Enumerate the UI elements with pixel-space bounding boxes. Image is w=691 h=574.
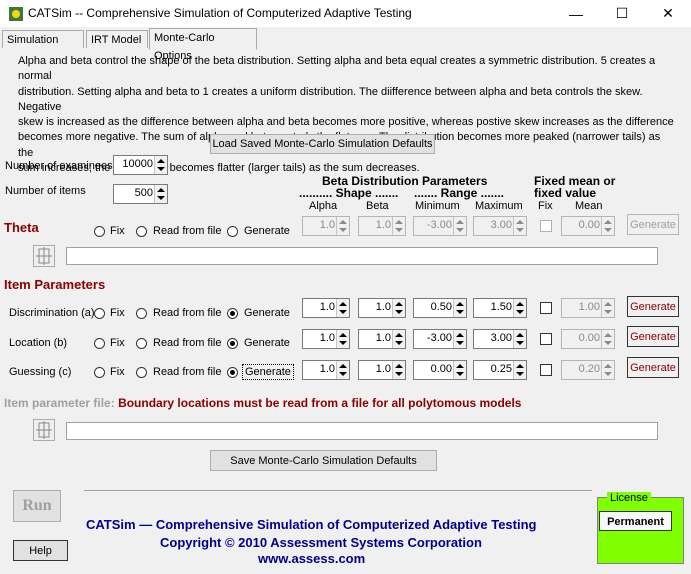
guessing-beta-spinner[interactable]: 1.0 bbox=[358, 360, 406, 380]
item-file-input[interactable] bbox=[66, 422, 658, 440]
load-defaults-button[interactable]: Load Saved Monte-Carlo Simulation Defaul… bbox=[210, 134, 435, 154]
location-generate-radio[interactable] bbox=[227, 338, 238, 349]
guessing-min-spinner[interactable]: 0.00 bbox=[413, 360, 467, 380]
location-label: Location (b) bbox=[9, 337, 68, 349]
polytomous-warning: Boundary locations must be read from a f… bbox=[118, 396, 522, 410]
shape-header: .......... Shape ....... bbox=[299, 186, 399, 200]
footer-copyright: Copyright © 2010 Assessment Systems Corp… bbox=[160, 535, 482, 550]
location-beta-spinner[interactable]: 1.0 bbox=[358, 329, 406, 349]
theta-generate-radio[interactable] bbox=[227, 226, 238, 237]
tab-monte-carlo-options[interactable]: Monte-Carlo Options bbox=[149, 28, 257, 62]
discrimination-label: Discrimination (a) bbox=[9, 307, 95, 319]
theta-fix-checkbox[interactable] bbox=[540, 220, 552, 232]
discrimination-alpha-spinner[interactable]: 1.0 bbox=[302, 298, 350, 318]
item-file-row: Item parameter file: Boundary locations … bbox=[4, 396, 521, 410]
theta-generate-button[interactable]: Generate bbox=[627, 214, 679, 235]
discrimination-min-spinner[interactable]: 0.50 bbox=[413, 298, 467, 318]
guessing-read-radio[interactable] bbox=[136, 367, 147, 378]
item-params-label: Item Parameters bbox=[4, 277, 106, 292]
item-file-label: Item parameter file: bbox=[4, 396, 115, 410]
guessing-fix-checkbox[interactable] bbox=[540, 364, 552, 376]
guessing-mean-spinner[interactable]: 0.20 bbox=[561, 360, 615, 380]
discrimination-fix-checkbox[interactable] bbox=[540, 302, 552, 314]
discrimination-read-radio[interactable] bbox=[136, 308, 147, 319]
theta-read-radio[interactable] bbox=[136, 226, 147, 237]
minimum-col-label: Minimum bbox=[415, 200, 460, 212]
range-header: ....... Range ....... bbox=[414, 186, 505, 200]
guessing-fix-radio[interactable] bbox=[94, 367, 105, 378]
license-label: License bbox=[607, 492, 651, 504]
discrimination-mean-spinner[interactable]: 1.00 bbox=[561, 298, 615, 318]
items-spinner[interactable]: 500 bbox=[113, 184, 168, 204]
close-button[interactable]: ✕ bbox=[645, 0, 691, 27]
discrimination-fix-radio[interactable] bbox=[94, 308, 105, 319]
theta-fix-radio[interactable] bbox=[94, 226, 105, 237]
maximum-col-label: Maximum bbox=[475, 200, 523, 212]
run-button[interactable]: Run bbox=[13, 490, 61, 522]
tab-simulation-type[interactable]: Simulation Type bbox=[2, 30, 84, 64]
mean-col-label: Mean bbox=[575, 200, 603, 212]
footer-title: CATSim — Comprehensive Simulation of Com… bbox=[86, 517, 537, 532]
file-browse-icon bbox=[36, 421, 52, 439]
location-read-radio[interactable] bbox=[136, 338, 147, 349]
discrimination-generate-radio[interactable] bbox=[227, 308, 238, 319]
discrimination-generate-button[interactable]: Generate bbox=[627, 296, 679, 317]
license-value: Permanent bbox=[599, 511, 672, 531]
minimize-button[interactable]: — bbox=[553, 0, 599, 27]
file-browse-icon bbox=[36, 247, 52, 265]
guessing-generate-button[interactable]: Generate bbox=[627, 357, 679, 378]
examinees-label: Number of examinees bbox=[5, 160, 113, 172]
item-file-button[interactable] bbox=[33, 419, 55, 441]
theta-file-input[interactable] bbox=[66, 247, 658, 265]
location-min-spinner[interactable]: -3.00 bbox=[413, 329, 467, 349]
fixed-header-2: fixed value bbox=[534, 186, 597, 200]
location-mean-spinner[interactable]: 0.00 bbox=[561, 329, 615, 349]
theta-label: Theta bbox=[4, 220, 39, 235]
fix-col-label: Fix bbox=[538, 200, 553, 212]
footer-divider bbox=[84, 490, 592, 491]
discrimination-beta-spinner[interactable]: 1.0 bbox=[358, 298, 406, 318]
guessing-alpha-spinner[interactable]: 1.0 bbox=[302, 360, 350, 380]
theta-min-spinner[interactable]: -3.00 bbox=[413, 216, 467, 236]
items-label: Number of items bbox=[5, 185, 86, 197]
beta-col-label: Beta bbox=[366, 200, 389, 212]
save-defaults-button[interactable]: Save Monte-Carlo Simulation Defaults bbox=[210, 450, 437, 471]
theta-mean-spinner[interactable]: 0.00 bbox=[561, 216, 615, 236]
theta-alpha-spinner[interactable]: 1.0 bbox=[302, 216, 350, 236]
alpha-col-label: Alpha bbox=[309, 200, 338, 212]
window-title: CATSim -- Comprehensive Simulation of Co… bbox=[28, 6, 412, 20]
location-generate-button[interactable]: Generate bbox=[627, 326, 679, 347]
app-icon bbox=[9, 7, 23, 21]
footer-url: www.assess.com bbox=[258, 551, 366, 566]
location-alpha-spinner[interactable]: 1.0 bbox=[302, 329, 350, 349]
theta-beta-spinner[interactable]: 1.0 bbox=[358, 216, 406, 236]
location-max-spinner[interactable]: 3.00 bbox=[473, 329, 527, 349]
guessing-label: Guessing (c) bbox=[9, 366, 72, 378]
help-button[interactable]: Help bbox=[13, 540, 68, 561]
location-fix-radio[interactable] bbox=[94, 338, 105, 349]
tab-irt-model[interactable]: IRT Model bbox=[86, 30, 148, 48]
discrimination-max-spinner[interactable]: 1.50 bbox=[473, 298, 527, 318]
location-fix-checkbox[interactable] bbox=[540, 333, 552, 345]
theta-max-spinner[interactable]: 3.00 bbox=[473, 216, 527, 236]
maximize-button[interactable]: ☐ bbox=[599, 0, 645, 27]
examinees-spinner[interactable]: 10000 bbox=[113, 155, 168, 175]
theta-file-button[interactable] bbox=[33, 245, 55, 267]
guessing-max-spinner[interactable]: 0.25 bbox=[473, 360, 527, 380]
guessing-generate-radio[interactable] bbox=[227, 367, 238, 378]
